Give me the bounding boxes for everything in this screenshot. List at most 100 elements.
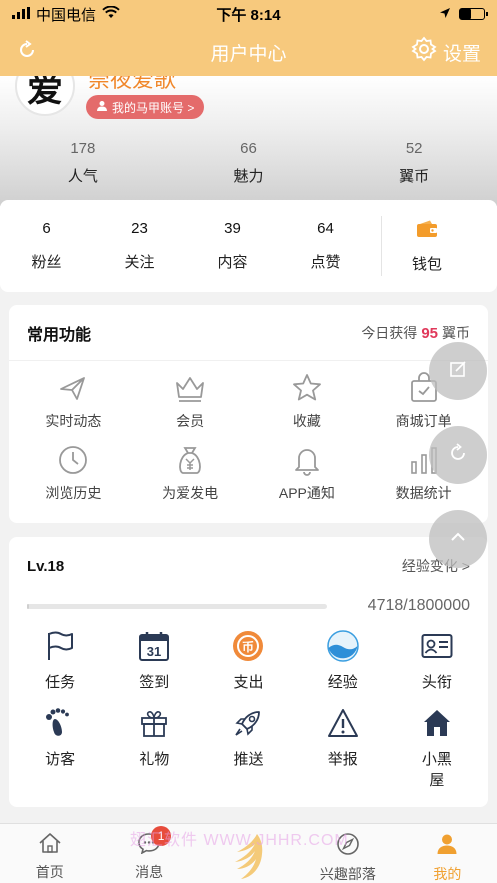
- count-value: 39: [224, 220, 241, 237]
- signal-icon: [12, 6, 30, 23]
- following-item[interactable]: 23 关注: [93, 220, 186, 272]
- coin-icon: 币: [201, 629, 295, 663]
- floating-scroll-top-button[interactable]: [429, 510, 487, 568]
- count-value: 23: [131, 220, 148, 237]
- item-label: 举报: [327, 751, 358, 768]
- fans-item[interactable]: 6 粉丝: [0, 220, 93, 272]
- bottom-tab-bar: 首页 消息 1 兴趣部落 我的: [0, 823, 497, 883]
- func-notifications[interactable]: APP通知: [249, 443, 366, 503]
- avatar[interactable]: 爱: [15, 76, 75, 116]
- item-label: 支出: [233, 674, 264, 691]
- experience-progress-bar: [27, 603, 327, 609]
- gifts-item[interactable]: 礼物: [107, 706, 201, 790]
- checkin-item[interactable]: 31 签到: [107, 629, 201, 692]
- wallet-button[interactable]: 钱包: [382, 219, 472, 274]
- count-label: 关注: [124, 254, 155, 271]
- tab-interest-tribes[interactable]: 兴趣部落: [298, 824, 397, 883]
- item-label: 访客: [45, 751, 76, 768]
- unread-badge: 1: [151, 826, 172, 846]
- floating-edit-button[interactable]: [429, 342, 487, 400]
- alt-account-button[interactable]: 我的马甲账号 >: [86, 95, 205, 119]
- today-earned: 今日获得 95 翼币: [361, 323, 470, 343]
- content-item[interactable]: 39 内容: [186, 220, 279, 272]
- blackroom-item[interactable]: 小黑屋: [390, 706, 484, 790]
- stat-value: 66: [240, 140, 257, 157]
- star-icon: [249, 371, 366, 405]
- stat-popularity[interactable]: 178 人气: [0, 140, 166, 186]
- status-bar: 中国电信 下午 8:14: [0, 0, 497, 28]
- count-label: 内容: [217, 254, 248, 271]
- report-item[interactable]: 举报: [296, 706, 390, 790]
- func-realtime[interactable]: 实时动态: [15, 371, 132, 431]
- item-label: 礼物: [139, 751, 170, 768]
- today-prefix: 今日获得: [361, 324, 418, 341]
- experience-item[interactable]: 经验: [296, 629, 390, 692]
- common-functions-card: 常用功能 今日获得 95 翼币 实时动态 会员 收藏 商城订单 浏览历史 为爱发电: [9, 305, 488, 523]
- item-label: 经验: [327, 674, 358, 691]
- func-vip[interactable]: 会员: [132, 371, 249, 431]
- calendar-icon: 31: [107, 629, 201, 663]
- today-value: 95: [421, 324, 438, 342]
- bell-icon: [249, 443, 366, 477]
- func-label: 数据统计: [395, 485, 452, 501]
- stat-charm[interactable]: 66 魅力: [166, 140, 332, 186]
- func-support[interactable]: 为爱发电: [132, 443, 249, 503]
- tab-label: 首页: [35, 864, 64, 880]
- social-counts-card: 6 粉丝 23 关注 39 内容 64 点赞 钱包: [0, 200, 497, 292]
- settings-button[interactable]: 设置: [411, 36, 481, 68]
- func-label: 为爱发电: [162, 485, 219, 501]
- username: 崇夜爱歌: [88, 76, 177, 92]
- expense-item[interactable]: 币 支出: [201, 629, 295, 692]
- compass-icon: [336, 832, 360, 861]
- today-unit: 翼币: [442, 324, 470, 341]
- edit-icon: [448, 359, 468, 384]
- item-label: 头衔: [421, 674, 452, 691]
- func-label: APP通知: [278, 485, 335, 501]
- tab-home[interactable]: 首页: [0, 824, 99, 883]
- tab-messages[interactable]: 消息 1: [99, 824, 198, 883]
- nav-bar: 用户中心 设置: [0, 28, 497, 76]
- location-icon: [439, 6, 451, 23]
- progress-fill: [27, 603, 29, 609]
- profile-header: 爱 崇夜爱歌 我的马甲账号 > 178 人气 66 魅力 52 翼币: [0, 76, 497, 206]
- floating-refresh-button[interactable]: [429, 426, 487, 484]
- item-label: 签到: [139, 674, 170, 691]
- func-favorites[interactable]: 收藏: [249, 371, 366, 431]
- func-label: 会员: [176, 413, 205, 429]
- stat-label: 人气: [67, 168, 98, 185]
- likes-item[interactable]: 64 点赞: [279, 220, 372, 272]
- tasks-item[interactable]: 任务: [13, 629, 107, 692]
- crown-icon: [132, 371, 249, 405]
- func-history[interactable]: 浏览历史: [15, 443, 132, 503]
- plane-icon: [15, 371, 132, 405]
- func-label: 实时动态: [45, 413, 102, 429]
- func-label: 浏览历史: [45, 485, 102, 501]
- experience-progress-text: 4718/1800000: [367, 597, 470, 614]
- tab-label: 我的: [433, 866, 462, 882]
- count-value: 6: [42, 220, 51, 237]
- user-key-icon: [96, 100, 108, 115]
- profile-stats: 178 人气 66 魅力 52 翼币: [0, 140, 497, 186]
- level-title: Lv.18: [27, 557, 65, 575]
- gift-icon: [107, 706, 201, 740]
- alt-account-label: 我的马甲账号 >: [112, 100, 195, 115]
- stat-label: 翼币: [399, 168, 430, 185]
- gear-icon: [411, 36, 437, 68]
- visitors-item[interactable]: 访客: [13, 706, 107, 790]
- carrier-name: 中国电信: [36, 6, 97, 24]
- stat-value: 52: [405, 140, 423, 157]
- tab-mine[interactable]: 我的: [398, 824, 497, 883]
- stat-coins[interactable]: 52 翼币: [331, 140, 497, 186]
- tab-center-logo[interactable]: [199, 824, 298, 883]
- refresh-icon: [448, 442, 468, 468]
- stat-value: 178: [70, 140, 96, 157]
- calendar-day: 31: [147, 644, 161, 659]
- home-icon: [38, 832, 62, 859]
- func-label: 收藏: [292, 413, 321, 429]
- rocket-icon: [201, 706, 295, 740]
- person-icon: [435, 832, 459, 861]
- warning-icon: [296, 706, 390, 740]
- push-item[interactable]: 推送: [201, 706, 295, 790]
- tab-label: 兴趣部落: [319, 866, 376, 882]
- title-item[interactable]: 头衔: [390, 629, 484, 692]
